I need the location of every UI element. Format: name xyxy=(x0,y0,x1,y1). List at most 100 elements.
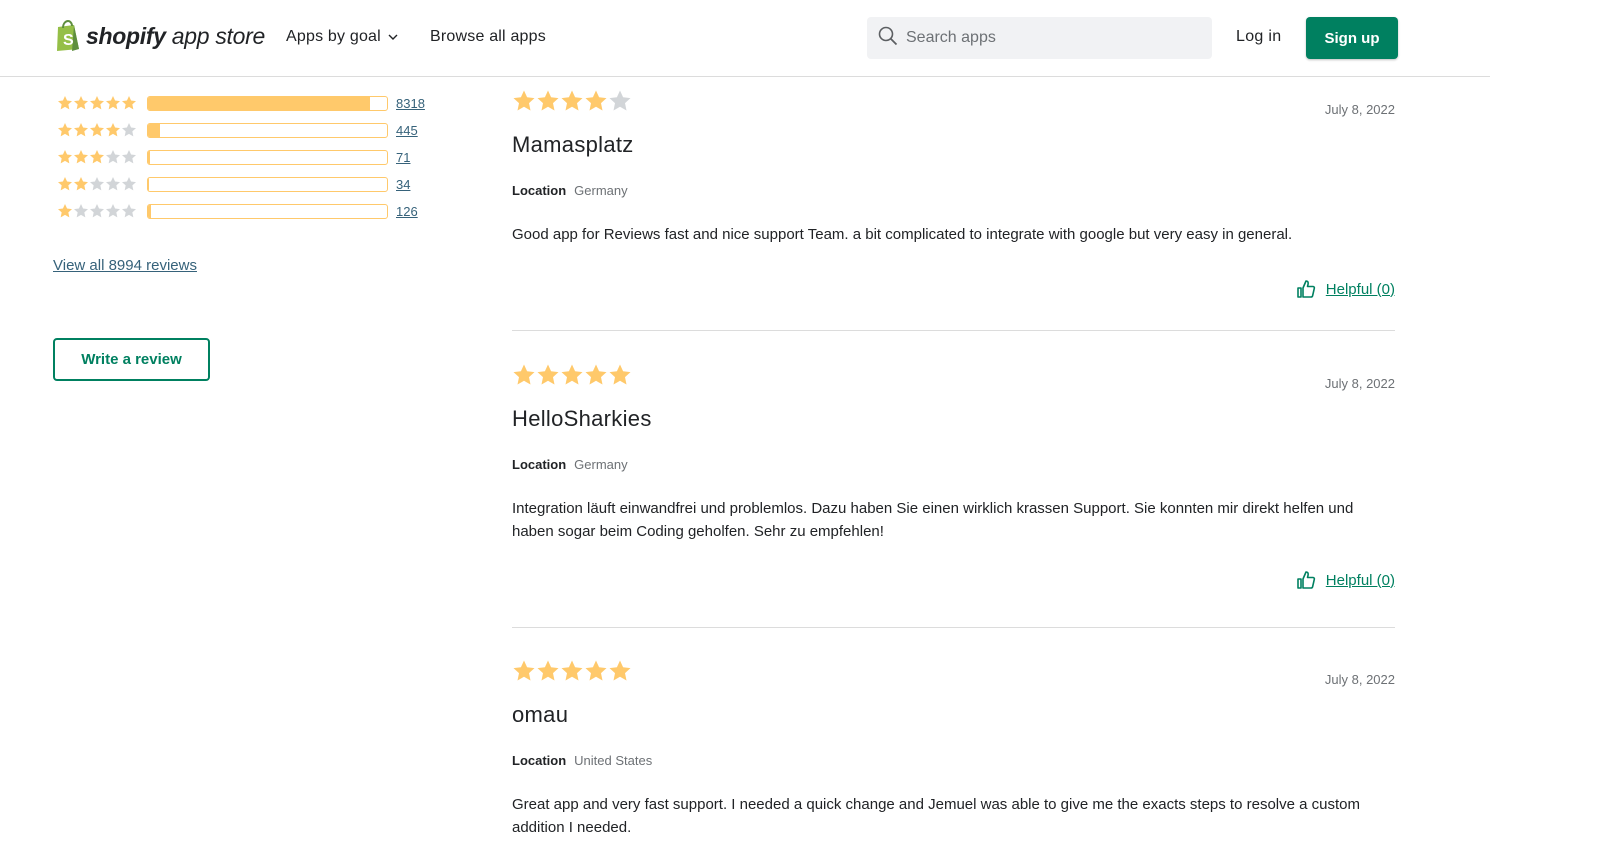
star-icon xyxy=(57,203,73,219)
star-icon xyxy=(560,659,584,683)
star-icon xyxy=(73,149,89,165)
review-star-rating xyxy=(512,659,632,683)
star-icon xyxy=(512,363,536,387)
rating-row-1-stars: 126 xyxy=(57,202,418,220)
rating-bar-fill xyxy=(148,96,371,110)
review-divider xyxy=(512,627,1395,628)
star-icon xyxy=(105,176,121,192)
login-link[interactable]: Log in xyxy=(1236,28,1281,46)
location-value: Germany xyxy=(574,183,628,198)
star-icon xyxy=(105,95,121,111)
rating-count-link[interactable]: 8318 xyxy=(396,96,425,111)
chevron-down-icon xyxy=(388,28,398,46)
helpful-button[interactable]: Helpful (0) xyxy=(1286,570,1395,590)
review-text: Good app for Reviews fast and nice suppo… xyxy=(512,226,1293,243)
star-icon xyxy=(584,659,608,683)
helpful-label: Helpful (0) xyxy=(1325,280,1395,298)
star-icon xyxy=(584,89,608,113)
star-icon xyxy=(89,149,105,165)
signup-button[interactable]: Sign up xyxy=(1306,17,1398,59)
search-input[interactable] xyxy=(906,29,1186,47)
star-icon xyxy=(57,149,73,165)
rating-row-5-stars: 8318 xyxy=(57,94,425,112)
review-date: July 8, 2022 xyxy=(1324,672,1395,687)
thumbs-up-icon xyxy=(1296,279,1316,299)
rating-count-link[interactable]: 445 xyxy=(396,123,418,138)
review-location: Location United States xyxy=(512,753,652,768)
review-star-rating xyxy=(512,89,632,113)
view-all-reviews-link[interactable]: View all 8994 reviews xyxy=(53,257,197,274)
rating-bar-fill xyxy=(148,177,149,191)
top-header: S shopify app store Apps by goal Browse … xyxy=(0,0,1490,77)
search-box[interactable] xyxy=(867,17,1212,59)
thumbs-up-icon xyxy=(1296,570,1316,590)
star-icon xyxy=(536,659,560,683)
star-rating xyxy=(57,176,137,192)
shopify-app-store-logo[interactable]: S shopify app store xyxy=(54,20,265,52)
helpful-button[interactable]: Helpful (0) xyxy=(1286,279,1395,299)
star-icon xyxy=(536,363,560,387)
helpful-label: Helpful (0) xyxy=(1325,571,1395,589)
nav-browse-all-apps[interactable]: Browse all apps xyxy=(430,28,546,46)
review-author: omau xyxy=(512,702,569,727)
star-icon xyxy=(536,89,560,113)
rating-bar-fill xyxy=(148,150,150,164)
rating-row-3-stars: 71 xyxy=(57,148,410,166)
location-label: Location xyxy=(512,183,567,198)
rating-bar xyxy=(147,149,388,165)
rating-bar-fill xyxy=(148,204,152,218)
star-icon xyxy=(89,122,105,138)
star-icon xyxy=(105,122,121,138)
logo-wordmark: shopify app store xyxy=(86,22,265,49)
rating-row-4-stars: 445 xyxy=(57,121,418,139)
rating-count-link[interactable]: 71 xyxy=(396,150,410,165)
star-icon xyxy=(89,95,105,111)
review-text: Integration läuft einwandfrei und proble… xyxy=(512,500,1354,540)
star-rating xyxy=(57,203,137,219)
rating-count-link[interactable]: 126 xyxy=(396,204,418,219)
star-icon xyxy=(89,203,105,219)
star-icon xyxy=(105,149,121,165)
review-author: Mamasplatz xyxy=(512,132,634,157)
star-icon xyxy=(560,89,584,113)
star-icon xyxy=(57,122,73,138)
rating-count-link[interactable]: 34 xyxy=(396,177,410,192)
nav-apps-by-goal-label: Apps by goal xyxy=(286,28,381,45)
location-value: United States xyxy=(574,753,653,768)
star-icon xyxy=(608,363,632,387)
location-value: Germany xyxy=(574,457,628,472)
write-review-button[interactable]: Write a review xyxy=(53,338,210,381)
review-star-rating xyxy=(512,363,632,387)
rating-bar xyxy=(147,176,388,192)
star-icon xyxy=(121,122,137,138)
review-date: July 8, 2022 xyxy=(1324,376,1395,391)
nav-apps-by-goal[interactable]: Apps by goal xyxy=(286,28,398,46)
star-icon xyxy=(57,176,73,192)
review-author: HelloSharkies xyxy=(512,406,652,431)
location-label: Location xyxy=(512,753,567,768)
star-icon xyxy=(512,659,536,683)
rating-bar xyxy=(147,203,388,219)
svg-text:S: S xyxy=(63,32,74,49)
review-divider xyxy=(512,330,1395,331)
star-icon xyxy=(121,203,137,219)
search-icon xyxy=(878,26,898,51)
review-location: Location Germany xyxy=(512,183,628,198)
star-icon xyxy=(560,363,584,387)
star-icon xyxy=(73,176,89,192)
star-rating xyxy=(57,95,137,111)
star-icon xyxy=(584,363,608,387)
shopify-bag-icon: S xyxy=(54,20,82,52)
rating-bar-fill xyxy=(148,123,160,137)
location-label: Location xyxy=(512,457,567,472)
star-icon xyxy=(121,176,137,192)
star-icon xyxy=(608,659,632,683)
review-date: July 8, 2022 xyxy=(1324,102,1395,117)
star-icon xyxy=(73,122,89,138)
star-icon xyxy=(121,95,137,111)
star-rating xyxy=(57,149,137,165)
review-text: Great app and very fast support. I neede… xyxy=(512,796,1360,836)
star-icon xyxy=(121,149,137,165)
rating-bar xyxy=(147,122,388,138)
star-icon xyxy=(73,95,89,111)
